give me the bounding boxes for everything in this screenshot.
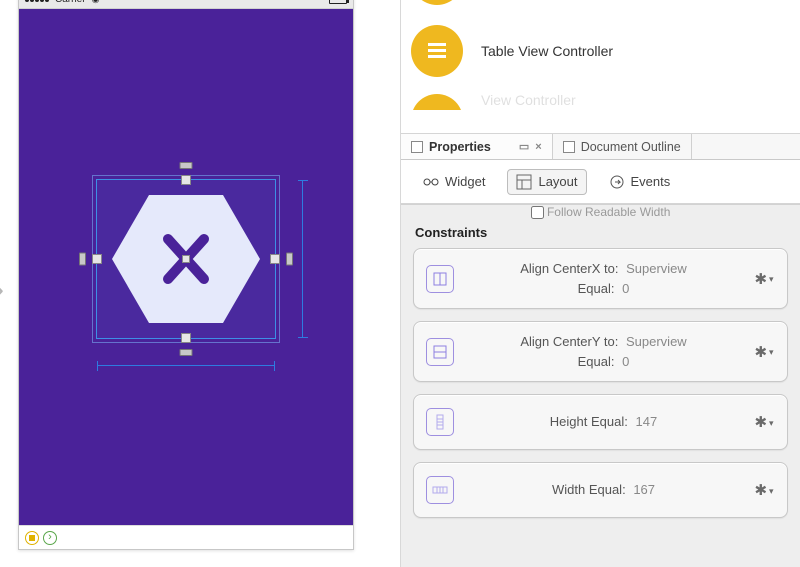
toolbox-item-label[interactable]: Table View Controller	[481, 43, 613, 59]
events-icon	[609, 174, 625, 190]
properties-icon	[411, 141, 423, 153]
constraint-gear[interactable]: ✱▾	[753, 270, 775, 288]
resize-handle-e[interactable]	[270, 254, 280, 264]
properties-toolbar: Widget Layout Events	[401, 160, 800, 204]
follow-readable-width-row[interactable]: Follow Readable Width	[401, 205, 800, 219]
width-icon	[426, 476, 454, 504]
toolbox-item-label[interactable]: View Controller	[481, 92, 576, 108]
constraint-gear[interactable]: ✱▾	[753, 413, 775, 431]
center-handle[interactable]	[182, 255, 190, 263]
selected-imageview[interactable]	[96, 179, 276, 339]
events-segment[interactable]: Events	[601, 170, 679, 194]
centery-icon	[426, 338, 454, 366]
pin-handle-n[interactable]	[180, 162, 193, 169]
widget-icon	[423, 174, 439, 190]
constraint-gear[interactable]: ✱▾	[753, 343, 775, 361]
ios-status-bar: Carrier	[19, 0, 353, 9]
prev-scene-arrow-icon[interactable]: ›	[0, 275, 4, 305]
table-view-controller-icon[interactable]	[411, 25, 463, 77]
root-view[interactable]	[19, 9, 353, 525]
constraint-gear[interactable]: ✱▾	[753, 481, 775, 499]
constraint-centery[interactable]: Align CenterY to: Superview Equal: 0 ✱▾	[413, 321, 788, 382]
pin-handle-s[interactable]	[180, 349, 193, 356]
resize-handle-n[interactable]	[181, 175, 191, 185]
constraint-height[interactable]: Height Equal: 147 ✱▾	[413, 394, 788, 450]
layout-segment[interactable]: Layout	[507, 169, 586, 195]
outline-icon	[563, 141, 575, 153]
resize-handle-s[interactable]	[181, 333, 191, 343]
widget-segment[interactable]: Widget	[415, 170, 493, 194]
constraint-width[interactable]: Width Equal: 167 ✱▾	[413, 462, 788, 518]
scene-dock[interactable]	[19, 525, 353, 549]
device-frame: Carrier	[18, 0, 354, 550]
tab-document-outline[interactable]: Document Outline	[553, 134, 692, 159]
panel-tabs: Properties ▭ × Document Outline	[401, 134, 800, 160]
height-icon	[426, 408, 454, 436]
follow-readable-checkbox[interactable]	[531, 206, 544, 219]
wifi-icon	[92, 0, 100, 5]
constraints-heading: Constraints	[401, 219, 800, 248]
properties-panel[interactable]: Follow Readable Width Constraints Align …	[401, 204, 800, 567]
tab-properties[interactable]: Properties ▭ ×	[401, 134, 553, 159]
pin-handle-w[interactable]	[79, 253, 86, 266]
layout-icon	[516, 174, 532, 190]
toolbox[interactable]: Table View Controller View Controller	[401, 0, 800, 134]
unknown-controller-icon[interactable]	[411, 0, 463, 5]
popout-icon[interactable]: ▭	[519, 140, 529, 153]
centerx-icon	[426, 265, 454, 293]
constraint-centerx[interactable]: Align CenterX to: Superview Equal: 0 ✱▾	[413, 248, 788, 309]
resize-handle-w[interactable]	[92, 254, 102, 264]
view-controller-icon[interactable]	[411, 94, 463, 110]
battery-icon	[329, 0, 347, 4]
scene-exit-icon[interactable]	[25, 531, 39, 545]
pin-handle-e[interactable]	[286, 253, 293, 266]
right-panel: Table View Controller View Controller Pr…	[400, 0, 800, 567]
close-icon[interactable]: ×	[535, 141, 541, 153]
carrier-label: Carrier	[55, 0, 86, 5]
designer-canvas[interactable]: › Carrier	[0, 0, 400, 567]
scene-firstresponder-icon[interactable]	[43, 531, 57, 545]
